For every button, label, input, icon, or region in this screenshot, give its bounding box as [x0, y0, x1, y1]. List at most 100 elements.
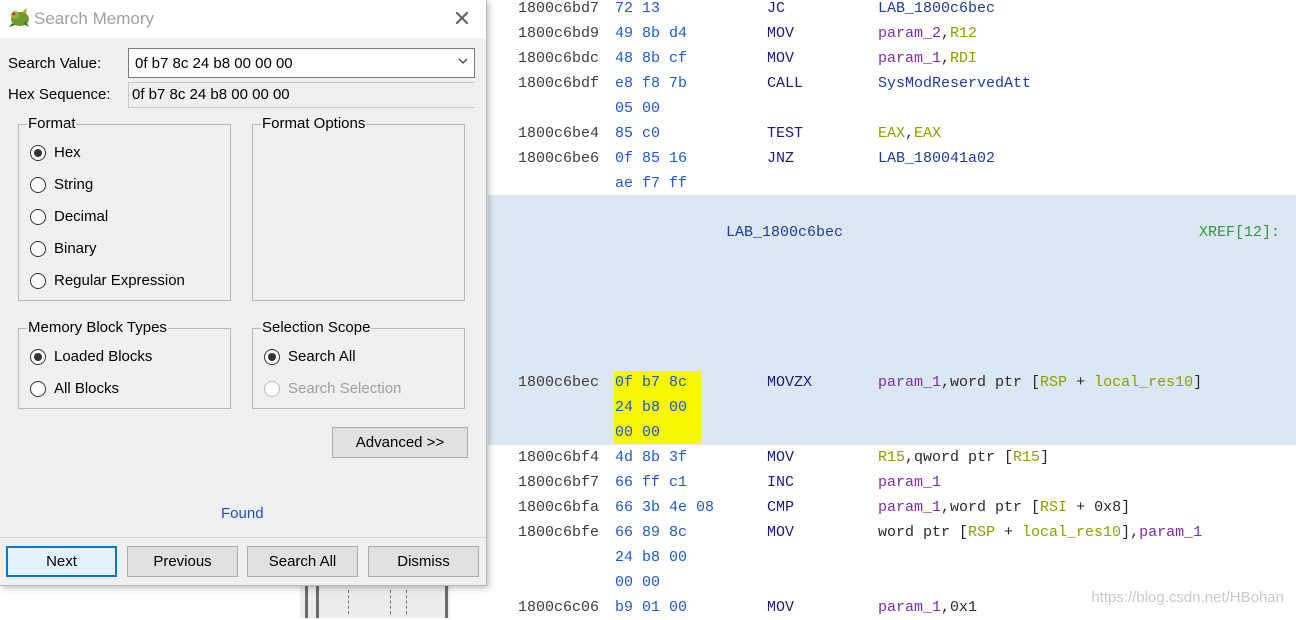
listing-bytes[interactable]: 24 b8 00 [615, 545, 687, 570]
operand-token[interactable]: param_1 [878, 474, 941, 491]
listing-row[interactable]: 05 00 [488, 96, 1296, 121]
operand-token[interactable]: R15 [1013, 449, 1040, 466]
listing-address[interactable]: 1800c6bec [518, 370, 599, 395]
operand-token[interactable]: EAX [914, 125, 941, 142]
operand-token[interactable]: LAB_180041a02 [878, 150, 995, 167]
listing-row[interactable]: 1800c6be4 85 c0 TEST EAX,EAX [488, 121, 1296, 146]
listing-bytes[interactable]: 4d 8b 3f [615, 445, 687, 470]
listing-row[interactable]: 1800c6bd7 72 13 JC LAB_1800c6bec [488, 0, 1296, 21]
listing-row[interactable]: 1800c6bf7 66 ff c1 INC param_1 [488, 470, 1296, 495]
previous-button[interactable]: Previous [127, 546, 238, 577]
listing-row[interactable]: 1800c6bd9 49 8b d4 MOV param_2,R12 [488, 21, 1296, 46]
listing-bytes[interactable]: 72 13 [615, 0, 660, 21]
listing-operands[interactable]: SysModReservedAtt [878, 71, 1031, 96]
search-all-button[interactable]: Search All [247, 546, 358, 577]
listing-operands[interactable]: param_1,RDI [878, 46, 977, 71]
listing-bytes[interactable]: e8 f8 7b [615, 71, 687, 96]
block-label[interactable]: LAB_1800c6bec [726, 220, 843, 245]
operand-token[interactable]: param_1 [1139, 524, 1202, 541]
listing-operands[interactable]: param_1,0x1 [878, 595, 977, 620]
operand-token[interactable]: LAB_1800c6bec [878, 0, 995, 17]
listing-bytes[interactable]: b9 01 00 [615, 595, 687, 620]
listing-row[interactable]: 24 b8 00 [488, 395, 1296, 420]
listing-operands[interactable]: LAB_180041a02 [878, 146, 995, 171]
listing-row[interactable]: 1800c6bdf e8 f8 7b CALL SysModReservedAtt [488, 71, 1296, 96]
listing-address[interactable]: 1800c6bfa [518, 495, 599, 520]
radio-circle[interactable] [30, 273, 46, 289]
advanced-button[interactable]: Advanced >> [332, 427, 468, 458]
listing-operands[interactable]: R15,qword ptr [R15] [878, 445, 1049, 470]
listing-row[interactable]: 1800c6bfe 66 89 8c MOV word ptr [RSP + loca… [488, 520, 1296, 545]
listing-row[interactable]: 1800c6bec 0f b7 8c MOVZX param_1,word ptr [… [488, 370, 1296, 395]
operand-token[interactable]: RSP [1040, 374, 1067, 391]
code-listing[interactable]: 1800c6bd7 72 13 JC LAB_1800c6bec 1800c6bd9 49… [488, 0, 1296, 618]
title-bar[interactable]: Search Memory ✕ [0, 0, 486, 38]
operand-token[interactable]: param_1 [878, 599, 941, 616]
dismiss-button[interactable]: Dismiss [368, 546, 479, 577]
listing-mnemonic[interactable]: CMP [767, 495, 794, 520]
listing-address[interactable]: 1800c6be4 [518, 121, 599, 146]
listing-operands[interactable]: param_1 [878, 470, 941, 495]
radio-circle[interactable] [30, 177, 46, 193]
operand-token[interactable]: local_res10 [1094, 374, 1193, 391]
listing-row[interactable]: ae f7 ff [488, 171, 1296, 196]
xref-label[interactable]: XREF[12]: [1199, 220, 1280, 245]
listing-mnemonic[interactable]: JNZ [767, 146, 794, 171]
listing-bytes[interactable]: 0f b7 8c [615, 370, 687, 395]
operand-token[interactable]: RSI [1040, 499, 1067, 516]
listing-operands[interactable]: LAB_1800c6bec [878, 0, 995, 21]
operand-token[interactable]: RSP [968, 524, 995, 541]
listing-bytes[interactable]: ae f7 ff [615, 171, 687, 196]
listing-mnemonic[interactable]: MOVZX [767, 370, 812, 395]
listing-mnemonic[interactable]: INC [767, 470, 794, 495]
listing-bytes[interactable]: 24 b8 00 [615, 395, 687, 420]
radio-circle[interactable] [30, 241, 46, 257]
listing-bytes[interactable]: 05 00 [615, 96, 660, 121]
operand-token[interactable]: param_1 [878, 374, 941, 391]
listing-bytes[interactable]: 49 8b d4 [615, 21, 687, 46]
listing-mnemonic[interactable]: MOV [767, 520, 794, 545]
listing-address[interactable]: 1800c6bdc [518, 46, 599, 71]
listing-row[interactable]: 1800c6bdc 48 8b cf MOV param_1,RDI [488, 46, 1296, 71]
listing-mnemonic[interactable]: MOV [767, 21, 794, 46]
chevron-down-icon[interactable] [457, 54, 469, 68]
listing-operands[interactable]: EAX,EAX [878, 121, 941, 146]
listing-operands[interactable]: param_2,R12 [878, 21, 977, 46]
listing-bytes[interactable]: 85 c0 [615, 121, 660, 146]
listing-operands[interactable]: param_1,word ptr [RSI + 0x8] [878, 495, 1130, 520]
listing-mnemonic[interactable]: MOV [767, 595, 794, 620]
operand-token[interactable]: param_1 [878, 50, 941, 67]
listing-address[interactable]: 1800c6bd7 [518, 0, 599, 21]
close-icon[interactable]: ✕ [448, 6, 476, 32]
listing-mnemonic[interactable]: CALL [767, 71, 803, 96]
listing-row[interactable]: 24 b8 00 [488, 545, 1296, 570]
operand-token[interactable]: R15 [878, 449, 905, 466]
listing-row[interactable]: 1800c6bf4 4d 8b 3f MOV R15,qword ptr [R15] [488, 445, 1296, 470]
listing-row[interactable]: 00 00 [488, 420, 1296, 445]
listing-address[interactable]: 1800c6bf7 [518, 470, 599, 495]
listing-bytes[interactable]: 48 8b cf [615, 46, 687, 71]
listing-address[interactable]: 1800c6bdf [518, 71, 599, 96]
search-value-input[interactable]: 0f b7 8c 24 b8 00 00 00 [135, 55, 293, 72]
search-value-combobox[interactable]: 0f b7 8c 24 b8 00 00 00 [128, 48, 475, 78]
listing-address[interactable]: 1800c6bfe [518, 520, 599, 545]
operand-token[interactable]: EAX [878, 125, 905, 142]
operand-token[interactable]: param_1 [878, 499, 941, 516]
radio-circle[interactable] [30, 145, 46, 161]
operand-token[interactable]: R12 [950, 25, 977, 42]
listing-mnemonic[interactable]: TEST [767, 121, 803, 146]
listing-bytes[interactable]: 00 00 [615, 420, 660, 445]
listing-row[interactable]: 1800c6bfa 66 3b 4e 08 CMP param_1,word ptr … [488, 495, 1296, 520]
operand-token[interactable]: param_2 [878, 25, 941, 42]
listing-bytes[interactable]: 66 ff c1 [615, 470, 687, 495]
operand-token[interactable]: SysModReservedAtt [878, 75, 1031, 92]
listing-mnemonic[interactable]: MOV [767, 445, 794, 470]
listing-row[interactable]: 1800c6be6 0f 85 16 JNZ LAB_180041a02 [488, 146, 1296, 171]
listing-operands[interactable]: param_1,word ptr [RSP + local_res10] [878, 370, 1202, 395]
radio-circle[interactable] [30, 349, 46, 365]
listing-address[interactable]: 1800c6c06 [518, 595, 599, 620]
next-button[interactable]: Next [6, 546, 117, 577]
operand-token[interactable]: RDI [950, 50, 977, 67]
radio-circle[interactable] [30, 209, 46, 225]
listing-mnemonic[interactable]: JC [767, 0, 785, 21]
